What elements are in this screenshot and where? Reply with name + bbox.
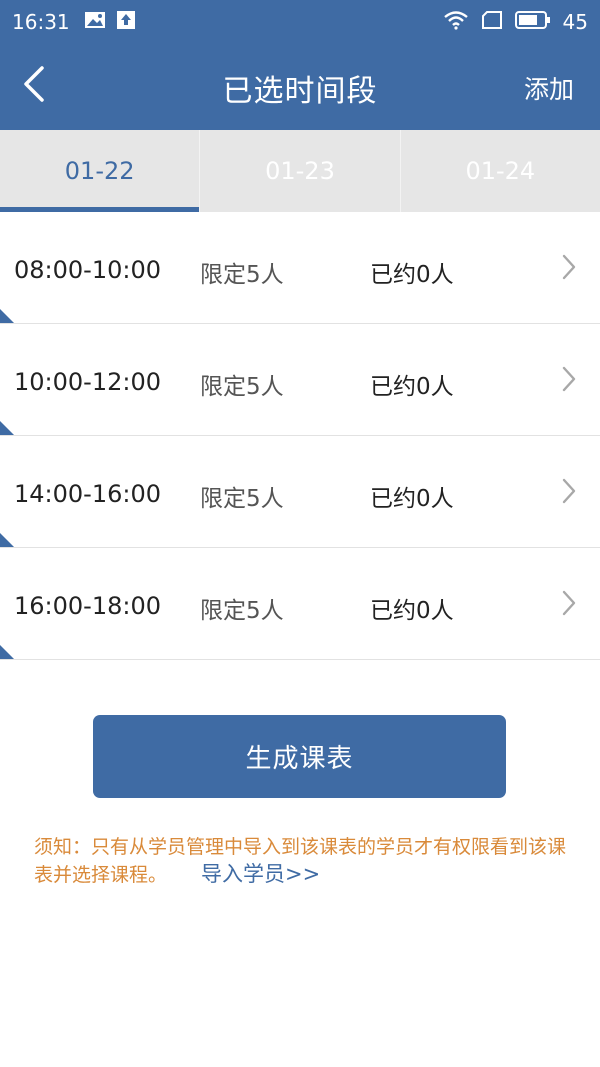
list-item[interactable]: 08:00-10:00 限定5人 已约0人 bbox=[0, 212, 600, 324]
time-slot-list: 08:00-10:00 限定5人 已约0人 10:00-12:00 限定5人 已… bbox=[0, 212, 600, 660]
battery-level: 45 bbox=[562, 10, 588, 34]
generate-schedule-button[interactable]: 生成课表 bbox=[93, 715, 506, 798]
date-tabs: 01-22 01-23 01-24 bbox=[0, 130, 600, 212]
slot-booked: 已约0人 bbox=[370, 374, 454, 400]
list-item[interactable]: 14:00-16:00 限定5人 已约0人 bbox=[0, 436, 600, 548]
tab-01-24[interactable]: 01-24 bbox=[399, 130, 600, 212]
status-time: 16:31 bbox=[12, 10, 70, 34]
slot-booked: 已约0人 bbox=[370, 486, 454, 512]
nav-bar: 已选时间段 添加 bbox=[0, 44, 600, 130]
page-title: 已选时间段 bbox=[222, 74, 378, 109]
chevron-right-icon bbox=[562, 254, 576, 284]
slot-time: 08:00-10:00 bbox=[14, 256, 161, 284]
chevron-right-icon bbox=[562, 478, 576, 508]
slot-limit: 限定5人 bbox=[200, 486, 284, 512]
corner-marker bbox=[0, 421, 14, 435]
battery-icon bbox=[514, 10, 551, 34]
chevron-right-icon bbox=[562, 366, 576, 396]
sim-icon bbox=[481, 10, 503, 34]
status-notification-icons bbox=[84, 10, 136, 34]
corner-marker bbox=[0, 309, 14, 323]
slot-time: 16:00-18:00 bbox=[14, 592, 161, 620]
status-bar: 16:31 45 bbox=[0, 0, 600, 44]
corner-marker bbox=[0, 645, 14, 659]
upload-icon bbox=[116, 10, 136, 34]
slot-booked: 已约0人 bbox=[370, 598, 454, 624]
tab-01-22[interactable]: 01-22 bbox=[0, 130, 200, 212]
wifi-icon bbox=[443, 10, 469, 34]
status-system-icons: 45 bbox=[443, 10, 588, 34]
slot-booked: 已约0人 bbox=[370, 262, 454, 288]
notice: 须知：只有从学员管理中导入到该课表的学员才有权限看到该课表并选择课程。 导入学员>… bbox=[34, 834, 574, 889]
slot-limit: 限定5人 bbox=[200, 598, 284, 624]
list-item[interactable]: 10:00-12:00 限定5人 已约0人 bbox=[0, 324, 600, 436]
slot-limit: 限定5人 bbox=[200, 262, 284, 288]
import-students-link[interactable]: 导入学员>> bbox=[201, 862, 320, 886]
slot-limit: 限定5人 bbox=[200, 374, 284, 400]
list-item[interactable]: 16:00-18:00 限定5人 已约0人 bbox=[0, 548, 600, 660]
slot-time: 10:00-12:00 bbox=[14, 368, 161, 396]
chevron-right-icon bbox=[562, 590, 576, 620]
tab-01-23[interactable]: 01-23 bbox=[199, 130, 399, 212]
slot-time: 14:00-16:00 bbox=[14, 480, 161, 508]
corner-marker bbox=[0, 533, 14, 547]
image-icon bbox=[84, 11, 106, 33]
add-button[interactable]: 添加 bbox=[524, 70, 574, 106]
